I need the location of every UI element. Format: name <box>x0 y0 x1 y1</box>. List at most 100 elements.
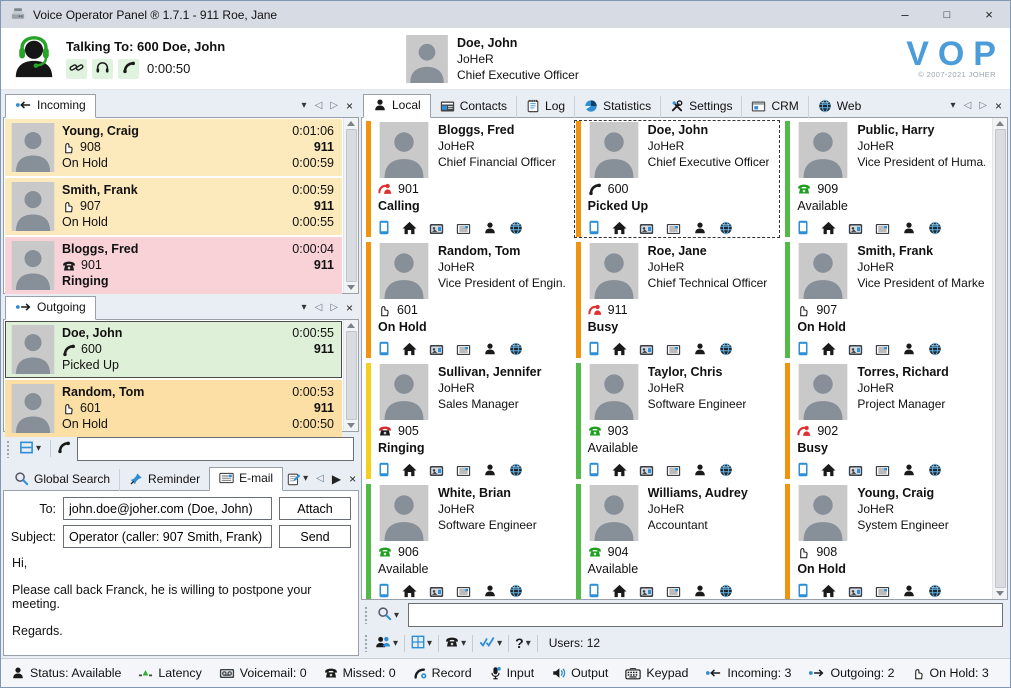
home-icon[interactable] <box>612 463 627 477</box>
email-note-icon[interactable] <box>666 586 681 598</box>
call-row-random-tom[interactable]: Random, Tom0:00:53 601911 On Hold0:00:50 <box>5 380 342 437</box>
web-icon[interactable] <box>719 584 733 598</box>
close-x-icon[interactable]: × <box>346 100 353 112</box>
nav-right-icon[interactable]: ▷ <box>979 101 987 111</box>
home-icon[interactable] <box>612 584 627 598</box>
mobile-icon[interactable] <box>797 583 809 598</box>
email-to-input[interactable] <box>63 497 272 520</box>
nav-right-icon[interactable]: ▷ <box>330 101 338 111</box>
photo-icon[interactable] <box>639 223 654 235</box>
close-x-icon[interactable]: × <box>346 302 353 314</box>
home-icon[interactable] <box>402 584 417 598</box>
nav-right-filled-icon[interactable]: ▶ <box>332 473 341 485</box>
person-icon[interactable] <box>902 342 916 356</box>
email-body-editor[interactable]: Hi, Please call back Franck, he is willi… <box>4 553 358 655</box>
photo-icon[interactable] <box>848 586 863 598</box>
home-icon[interactable] <box>402 463 417 477</box>
home-icon[interactable] <box>612 342 627 356</box>
maximize-button[interactable]: □ <box>926 1 968 28</box>
email-note-icon[interactable] <box>456 223 471 235</box>
photo-icon[interactable] <box>848 223 863 235</box>
photo-icon[interactable] <box>639 344 654 356</box>
mobile-icon[interactable] <box>378 583 390 598</box>
mobile-icon[interactable] <box>378 341 390 356</box>
contact-card-doe-john[interactable]: Doe, John JoHeR Chief Executive Officer … <box>573 119 782 239</box>
contact-card-bloggs-fred[interactable]: Bloggs, Fred JoHeR Chief Financial Offic… <box>363 119 572 239</box>
contact-card-torres-richard[interactable]: Torres, Richard JoHeR Project Manager 90… <box>782 361 991 481</box>
web-icon[interactable] <box>509 221 523 235</box>
person-icon[interactable] <box>483 221 497 235</box>
contact-card-smith-frank[interactable]: Smith, Frank JoHeR Vice President of Mar… <box>782 240 991 360</box>
photo-icon[interactable] <box>429 586 444 598</box>
web-icon[interactable] <box>928 584 942 598</box>
hangup-handset-button[interactable] <box>118 59 139 79</box>
chev-down-icon[interactable]: ▾ <box>302 303 307 313</box>
incoming-scrollbar[interactable] <box>343 118 358 293</box>
compose-note-button[interactable] <box>287 472 301 486</box>
contact-card-taylor-chris[interactable]: Taylor, Chris JoHeR Software Engineer 90… <box>573 361 782 481</box>
status-item-record[interactable]: Record <box>413 666 472 680</box>
person-icon[interactable] <box>902 463 916 477</box>
photo-icon[interactable] <box>429 465 444 477</box>
email-note-icon[interactable] <box>666 465 681 477</box>
status-item-keypad[interactable]: Keypad <box>625 666 688 680</box>
photo-icon[interactable] <box>848 465 863 477</box>
email-note-icon[interactable] <box>875 465 890 477</box>
contact-card-roe-jane[interactable]: Roe, Jane JoHeR Chief Technical Officer … <box>573 240 782 360</box>
layout-panes-button[interactable]: ▾ <box>16 440 44 458</box>
scroll-up-icon[interactable] <box>996 121 1004 126</box>
tab-statistics[interactable]: Statistics <box>574 96 660 118</box>
web-icon[interactable] <box>509 463 523 477</box>
status-item-missed-0[interactable]: Missed: 0 <box>324 666 396 680</box>
person-icon[interactable] <box>483 584 497 598</box>
nav-right-icon[interactable]: ▷ <box>330 303 338 313</box>
person-icon[interactable] <box>483 342 497 356</box>
email-subject-input[interactable] <box>63 525 272 548</box>
home-icon[interactable] <box>402 221 417 235</box>
chev-down-icon[interactable]: ▾ <box>303 474 308 484</box>
scroll-up-icon[interactable] <box>347 323 355 328</box>
toolbar-button[interactable]: ▾ <box>476 635 505 651</box>
minimize-button[interactable]: – <box>884 1 926 28</box>
mobile-icon[interactable] <box>588 341 600 356</box>
tab-e-mail[interactable]: E-mail <box>209 467 283 491</box>
status-item-outgoing-2[interactable]: Outgoing: 2 <box>808 666 894 680</box>
tab-web[interactable]: Web <box>808 96 870 118</box>
toolbar-button[interactable]: ?▾ <box>512 636 534 651</box>
home-icon[interactable] <box>821 221 836 235</box>
outgoing-scrollbar[interactable] <box>343 320 358 431</box>
status-item-incoming-3[interactable]: Incoming: 3 <box>705 666 791 680</box>
call-row-smith-frank[interactable]: Smith, Frank0:00:59 907911 On Hold0:00:5… <box>5 178 342 235</box>
contact-card-white-brian[interactable]: White, Brian JoHeR Software Engineer 906… <box>363 482 572 599</box>
contact-card-young-craig[interactable]: Young, Craig JoHeR System Engineer 908 O… <box>782 482 991 599</box>
chev-down-icon[interactable]: ▾ <box>951 101 956 111</box>
dial-number-input[interactable] <box>77 437 354 461</box>
contact-card-sullivan-jennifer[interactable]: Sullivan, Jennifer JoHeR Sales Manager 9… <box>363 361 572 481</box>
scrollbar-thumb[interactable] <box>346 129 357 282</box>
person-icon[interactable] <box>902 221 916 235</box>
contact-card-random-tom[interactable]: Random, Tom JoHeR Vice President of Engi… <box>363 240 572 360</box>
scroll-up-icon[interactable] <box>347 121 355 126</box>
web-icon[interactable] <box>509 342 523 356</box>
transfer-link-button[interactable] <box>66 59 87 79</box>
call-row-bloggs-fred[interactable]: Bloggs, Fred0:00:04 901911 Ringing <box>5 237 342 294</box>
mobile-icon[interactable] <box>588 220 600 235</box>
photo-icon[interactable] <box>639 465 654 477</box>
web-icon[interactable] <box>719 342 733 356</box>
email-note-icon[interactable] <box>875 223 890 235</box>
home-icon[interactable] <box>821 584 836 598</box>
home-icon[interactable] <box>612 221 627 235</box>
call-row-doe-john[interactable]: Doe, John0:00:55 600911 Picked Up <box>5 321 342 378</box>
listen-headset-button[interactable] <box>92 59 113 79</box>
contacts-scrollbar[interactable] <box>992 118 1007 599</box>
email-note-icon[interactable] <box>666 344 681 356</box>
scroll-down-icon[interactable] <box>347 285 355 290</box>
nav-left-icon[interactable]: ◁ <box>315 303 323 313</box>
email-note-icon[interactable] <box>456 465 471 477</box>
photo-icon[interactable] <box>429 344 444 356</box>
scrollbar-thumb[interactable] <box>995 129 1006 588</box>
home-icon[interactable] <box>821 463 836 477</box>
toolbar-grip[interactable] <box>364 606 368 624</box>
attach-button[interactable]: Attach <box>279 497 351 520</box>
tab-crm[interactable]: CRM <box>741 96 807 118</box>
